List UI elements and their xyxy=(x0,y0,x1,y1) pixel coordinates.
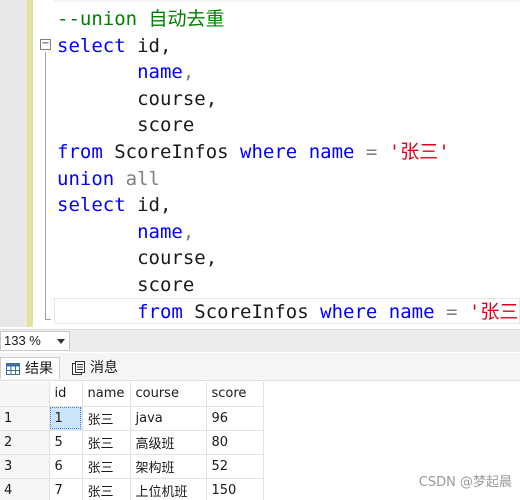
sql-editor[interactable]: − --union 自动去重 select id, name, course, s… xyxy=(0,0,520,327)
code-line[interactable]: score xyxy=(57,272,194,298)
code-token: all xyxy=(114,167,160,190)
code-token: course, xyxy=(57,87,218,110)
row-number[interactable]: 2 xyxy=(0,430,50,455)
code-line[interactable]: --union 自动去重 xyxy=(57,6,225,32)
code-token: name xyxy=(388,300,435,323)
code-line[interactable]: score xyxy=(57,112,194,138)
code-token: select xyxy=(57,194,126,217)
table-row[interactable]: 3 6 张三 架构班 52 xyxy=(0,454,264,479)
table-cell[interactable]: 高级班 xyxy=(130,430,207,455)
code-token: ScoreInfos xyxy=(182,300,321,323)
code-line[interactable]: name, xyxy=(57,59,194,85)
watermark: CSDN @梦起晨 xyxy=(418,475,512,490)
table-cell[interactable]: 7 xyxy=(49,478,83,500)
table-cell[interactable]: 5 xyxy=(49,430,83,455)
table-row[interactable]: 4 7 张三 上位机班 150 xyxy=(0,478,264,500)
column-header[interactable]: score xyxy=(206,382,264,407)
header-row: id name course score xyxy=(0,382,264,407)
code-line[interactable]: from ScoreInfos where name = '张三' xyxy=(57,139,450,165)
line-number-gutter xyxy=(0,0,27,327)
table-cell[interactable]: 52 xyxy=(206,454,264,479)
code-token: = xyxy=(354,141,389,163)
code-token: select xyxy=(57,34,126,57)
row-number[interactable]: 1 xyxy=(0,406,50,431)
code-token: id, xyxy=(125,194,172,217)
table-cell[interactable]: 张三 xyxy=(82,406,131,431)
table-cell[interactable]: 96 xyxy=(206,406,264,431)
code-line[interactable]: select id, xyxy=(57,192,171,218)
chevron-down-icon[interactable] xyxy=(57,339,65,344)
code-token: , xyxy=(182,220,195,243)
table-cell[interactable]: 80 xyxy=(206,430,264,455)
code-token: from xyxy=(137,300,183,323)
column-header[interactable]: name xyxy=(82,382,131,407)
tab-results-label: 结果 xyxy=(25,361,53,377)
editor-status-strip: 133 % xyxy=(0,329,520,352)
selected-cell[interactable]: 1 xyxy=(49,406,83,431)
code-token: score xyxy=(57,114,195,137)
code-token: score xyxy=(57,274,195,296)
grid-icon xyxy=(6,363,20,375)
code-token: name xyxy=(308,141,355,163)
horizontal-scrollbar[interactable] xyxy=(70,330,520,352)
table-cell[interactable]: 架构班 xyxy=(130,454,207,479)
code-token: '张三' xyxy=(388,141,450,163)
column-header[interactable]: course xyxy=(130,382,207,407)
tab-messages[interactable]: 消息 xyxy=(66,357,124,379)
code-line[interactable]: course, xyxy=(57,86,217,112)
code-token: where xyxy=(320,300,378,323)
code-token: from xyxy=(57,141,103,163)
row-number[interactable]: 4 xyxy=(0,478,50,500)
collapse-region-icon[interactable]: − xyxy=(40,39,51,50)
table-cell[interactable]: 6 xyxy=(49,454,83,479)
code-token: union xyxy=(57,167,115,190)
zoom-value: 133 % xyxy=(4,333,41,348)
table-cell[interactable]: java xyxy=(130,406,207,431)
table-cell[interactable]: 张三 xyxy=(82,454,131,479)
tab-results[interactable]: 结果 xyxy=(0,357,60,379)
outline-guide-line xyxy=(45,52,46,320)
table-row[interactable]: 2 5 张三 高级班 80 xyxy=(0,430,264,455)
column-header[interactable]: id xyxy=(49,382,83,407)
code-token: name xyxy=(57,220,183,243)
code-line[interactable]: select id, xyxy=(57,33,171,59)
row-header-corner[interactable] xyxy=(0,382,50,407)
table-row[interactable]: 1 1 张三 java 96 xyxy=(0,406,264,431)
code-token: course, xyxy=(57,247,218,270)
results-tab-strip: 结果 消息 xyxy=(0,353,520,381)
cut-off-line xyxy=(54,0,520,2)
row-number[interactable]: 3 xyxy=(0,454,50,479)
code-token: --union 自动去重 xyxy=(57,8,225,30)
code-token: = xyxy=(434,300,469,323)
code-line[interactable]: name, xyxy=(57,219,194,245)
code-line[interactable]: from ScoreInfos where name = '张三' xyxy=(57,299,520,325)
code-token: , xyxy=(182,61,195,84)
code-token: where xyxy=(240,141,298,163)
message-icon xyxy=(72,361,85,375)
results-grid[interactable]: id name course score 1 1 张三 java 96 2 5 张三 高级班 80… xyxy=(0,382,520,500)
code-line[interactable]: course, xyxy=(57,245,217,271)
code-token: ScoreInfos xyxy=(102,141,241,163)
table-cell[interactable]: 张三 xyxy=(82,430,131,455)
code-token: id, xyxy=(125,34,172,57)
table-cell[interactable]: 张三 xyxy=(82,478,131,500)
results-table: id name course score 1 1 张三 java 96 2 5 张三 高级班 80… xyxy=(0,382,264,500)
tab-messages-label: 消息 xyxy=(90,360,118,376)
code-token: name xyxy=(57,61,183,84)
code-line[interactable]: union all xyxy=(57,166,160,192)
code-token: '张三' xyxy=(468,300,520,323)
table-cell[interactable]: 150 xyxy=(206,478,264,500)
zoom-dropdown[interactable]: 133 % xyxy=(0,331,70,351)
outline-guide-end xyxy=(45,319,51,320)
table-cell[interactable]: 上位机班 xyxy=(130,478,207,500)
